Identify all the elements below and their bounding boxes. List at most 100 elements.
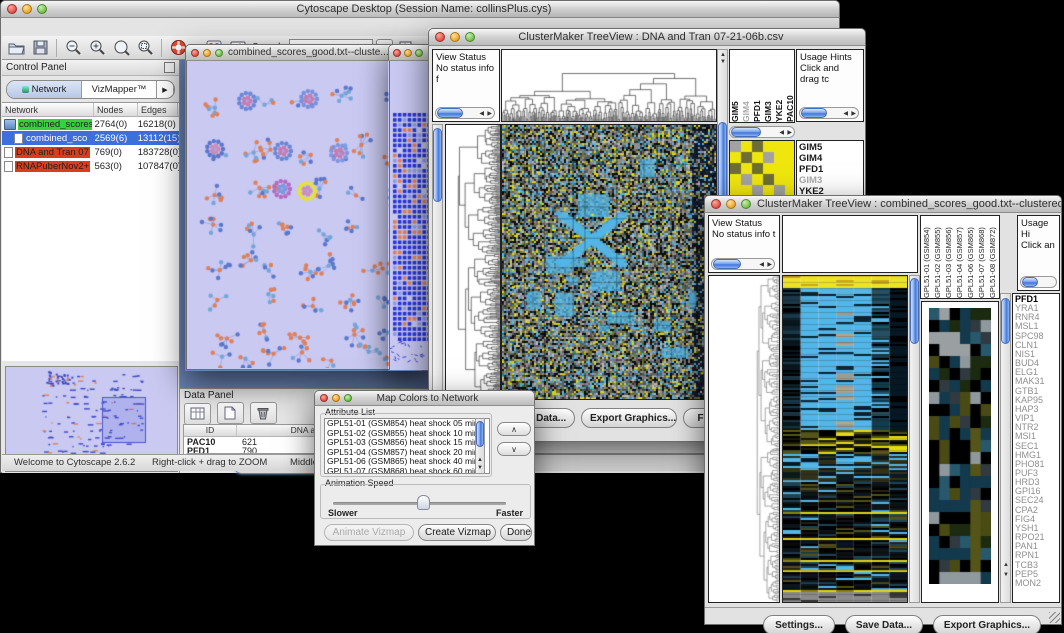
dialog-titlebar[interactable]: Map Colors to Network bbox=[314, 390, 535, 406]
zoom-button[interactable] bbox=[344, 394, 352, 402]
data-column-header[interactable]: ID bbox=[184, 425, 237, 436]
network-list-row[interactable]: combined_scores2764(0)16218(0) bbox=[2, 117, 179, 131]
scrollbar-thumb[interactable] bbox=[1001, 298, 1010, 344]
tv2-hints-hscrollbar[interactable] bbox=[1020, 276, 1057, 288]
resize-grip[interactable] bbox=[1049, 612, 1060, 623]
scroll-right-icon[interactable]: ▶ bbox=[487, 111, 492, 117]
zoom-out-icon[interactable] bbox=[63, 38, 83, 57]
attribute-list-scrollbar[interactable]: ▲ ▼ bbox=[475, 418, 485, 474]
scroll-down-icon[interactable]: ▼ bbox=[477, 465, 483, 471]
network-list-row[interactable]: DNA and Tran 07769(0)183728(0) bbox=[2, 145, 179, 159]
treeview1-titlebar[interactable]: ClusterMaker TreeView : DNA and Tran 07-… bbox=[428, 28, 866, 46]
close-button[interactable] bbox=[191, 49, 199, 57]
scroll-down-icon[interactable]: ▼ bbox=[720, 59, 726, 65]
tv1-zoom-hscrollbar[interactable]: ◀ ▶ bbox=[729, 126, 795, 138]
global-heatmap-canvas[interactable] bbox=[783, 276, 907, 602]
column-dendrogram-canvas[interactable] bbox=[502, 50, 716, 121]
tv2-column-dendrogram[interactable] bbox=[782, 215, 918, 273]
scroll-down-icon[interactable]: ▼ bbox=[1003, 572, 1009, 578]
scroll-right-icon[interactable]: ▶ bbox=[851, 111, 856, 117]
tv1-status-hscrollbar[interactable]: ◀ ▶ bbox=[435, 107, 495, 119]
save-data--button[interactable]: Save Data... bbox=[845, 615, 923, 633]
scroll-right-icon[interactable]: ▶ bbox=[767, 262, 772, 268]
tv1-gene-dendrogram[interactable] bbox=[445, 124, 501, 400]
scroll-up-icon[interactable]: ▲ bbox=[720, 52, 726, 58]
zoom-in-icon[interactable] bbox=[87, 38, 107, 57]
network-canvas[interactable] bbox=[187, 61, 420, 368]
scrollbar-thumb[interactable] bbox=[910, 278, 919, 344]
close-button[interactable] bbox=[711, 199, 721, 209]
minimize-button[interactable] bbox=[726, 199, 736, 209]
scroll-up-icon[interactable]: ▲ bbox=[1003, 562, 1009, 568]
export-graphics--button[interactable]: Export Graphics... bbox=[933, 615, 1041, 633]
tab-vizmapper-[interactable]: VizMapper™ bbox=[82, 81, 157, 98]
gene-dendrogram-canvas[interactable] bbox=[446, 125, 500, 399]
zoom-button[interactable] bbox=[37, 4, 47, 14]
settings--button[interactable]: Settings... bbox=[763, 615, 835, 633]
scrollbar-thumb[interactable] bbox=[1022, 277, 1038, 287]
done-button[interactable]: Done bbox=[500, 524, 532, 541]
save-session-icon[interactable] bbox=[30, 38, 50, 57]
column-header-nodes[interactable]: Nodes bbox=[94, 103, 138, 116]
scrollbar-thumb[interactable] bbox=[437, 108, 463, 118]
close-button[interactable] bbox=[7, 4, 17, 14]
float-panel-icon[interactable] bbox=[164, 62, 175, 73]
tv1-gene-scrollbar[interactable] bbox=[432, 124, 443, 400]
minimize-button[interactable] bbox=[22, 4, 32, 14]
minimize-button[interactable] bbox=[450, 32, 460, 42]
main-titlebar[interactable]: Cytoscape Desktop (Session Name: collins… bbox=[0, 0, 840, 18]
scroll-left-icon[interactable]: ◀ bbox=[759, 262, 764, 268]
close-button[interactable] bbox=[320, 394, 328, 402]
minimize-button[interactable] bbox=[404, 49, 412, 57]
new-attribute-icon[interactable] bbox=[217, 402, 244, 424]
scrollbar-thumb[interactable] bbox=[433, 128, 442, 202]
scrollbar-thumb[interactable] bbox=[713, 259, 741, 269]
tv2-gene-dendrogram[interactable] bbox=[708, 275, 780, 603]
tv2-heatmap-vscrollbar[interactable] bbox=[909, 275, 920, 603]
attribute-list-item[interactable]: GPL51-07 (GSM868) heat shock 60 min bbox=[327, 467, 489, 474]
zoom-selected-icon[interactable] bbox=[135, 38, 155, 57]
animation-slider-thumb[interactable] bbox=[417, 495, 430, 510]
zoom-button[interactable] bbox=[215, 49, 223, 57]
network-titlebar[interactable]: combined_scores_good.txt--cluste... bbox=[185, 44, 422, 61]
zoom-heatmap-canvas[interactable] bbox=[929, 308, 991, 584]
create-vizmap-button[interactable]: Create Vizmap bbox=[418, 524, 496, 541]
zoom-button[interactable] bbox=[741, 199, 751, 209]
tab-network[interactable]: Network bbox=[7, 81, 82, 98]
tv2-status-hscrollbar[interactable]: ◀ ▶ bbox=[711, 258, 775, 270]
export-graphics--button[interactable]: Export Graphics... bbox=[581, 408, 677, 428]
minimize-button[interactable] bbox=[332, 394, 340, 402]
column-header-edges[interactable]: Edges bbox=[138, 103, 178, 116]
tv1-column-dendrogram[interactable] bbox=[501, 49, 717, 122]
tab--[interactable]: ▶ bbox=[157, 81, 174, 98]
scrollbar-thumb[interactable] bbox=[476, 421, 484, 447]
scrollbar-thumb[interactable] bbox=[801, 108, 827, 118]
tv2-gene-scrollbar[interactable]: ▲ ▼ bbox=[1000, 293, 1011, 603]
zoom-button[interactable] bbox=[415, 49, 423, 57]
delete-attribute-icon[interactable] bbox=[250, 402, 277, 424]
zoom-fit-icon[interactable] bbox=[111, 38, 131, 57]
scroll-left-icon[interactable]: ◀ bbox=[779, 130, 784, 136]
tv1-global-heatmap[interactable] bbox=[501, 124, 717, 400]
scroll-left-icon[interactable]: ◀ bbox=[843, 111, 848, 117]
minimize-button[interactable] bbox=[203, 49, 211, 57]
tv1-hints-hscrollbar[interactable]: ◀ ▶ bbox=[799, 107, 859, 119]
zoom-button[interactable] bbox=[465, 32, 475, 42]
network-list-row[interactable]: combined_sco2569(6)13112(15) bbox=[2, 131, 179, 145]
move-up-button[interactable]: ∧ bbox=[497, 422, 531, 436]
network-list-row[interactable]: RNAPuberNov2+563(0)107847(0) bbox=[2, 159, 179, 173]
close-button[interactable] bbox=[435, 32, 445, 42]
move-down-button[interactable]: ∨ bbox=[497, 442, 531, 456]
tv2-global-heatmap[interactable] bbox=[782, 275, 908, 603]
scroll-right-icon[interactable]: ▶ bbox=[787, 130, 792, 136]
scroll-up-icon[interactable]: ▲ bbox=[477, 457, 483, 463]
scrollbar-thumb[interactable] bbox=[731, 127, 761, 137]
gene-dendrogram-canvas[interactable] bbox=[709, 276, 779, 602]
select-attributes-icon[interactable] bbox=[184, 403, 211, 425]
tv2-zoom-heatmap-panel[interactable] bbox=[921, 301, 999, 603]
close-button[interactable] bbox=[393, 49, 401, 57]
scroll-left-icon[interactable]: ◀ bbox=[479, 111, 484, 117]
open-session-icon[interactable] bbox=[6, 38, 26, 57]
column-header-network[interactable]: Network bbox=[2, 103, 94, 116]
treeview2-titlebar[interactable]: ClusterMaker TreeView : combined_scores_… bbox=[704, 195, 1062, 213]
